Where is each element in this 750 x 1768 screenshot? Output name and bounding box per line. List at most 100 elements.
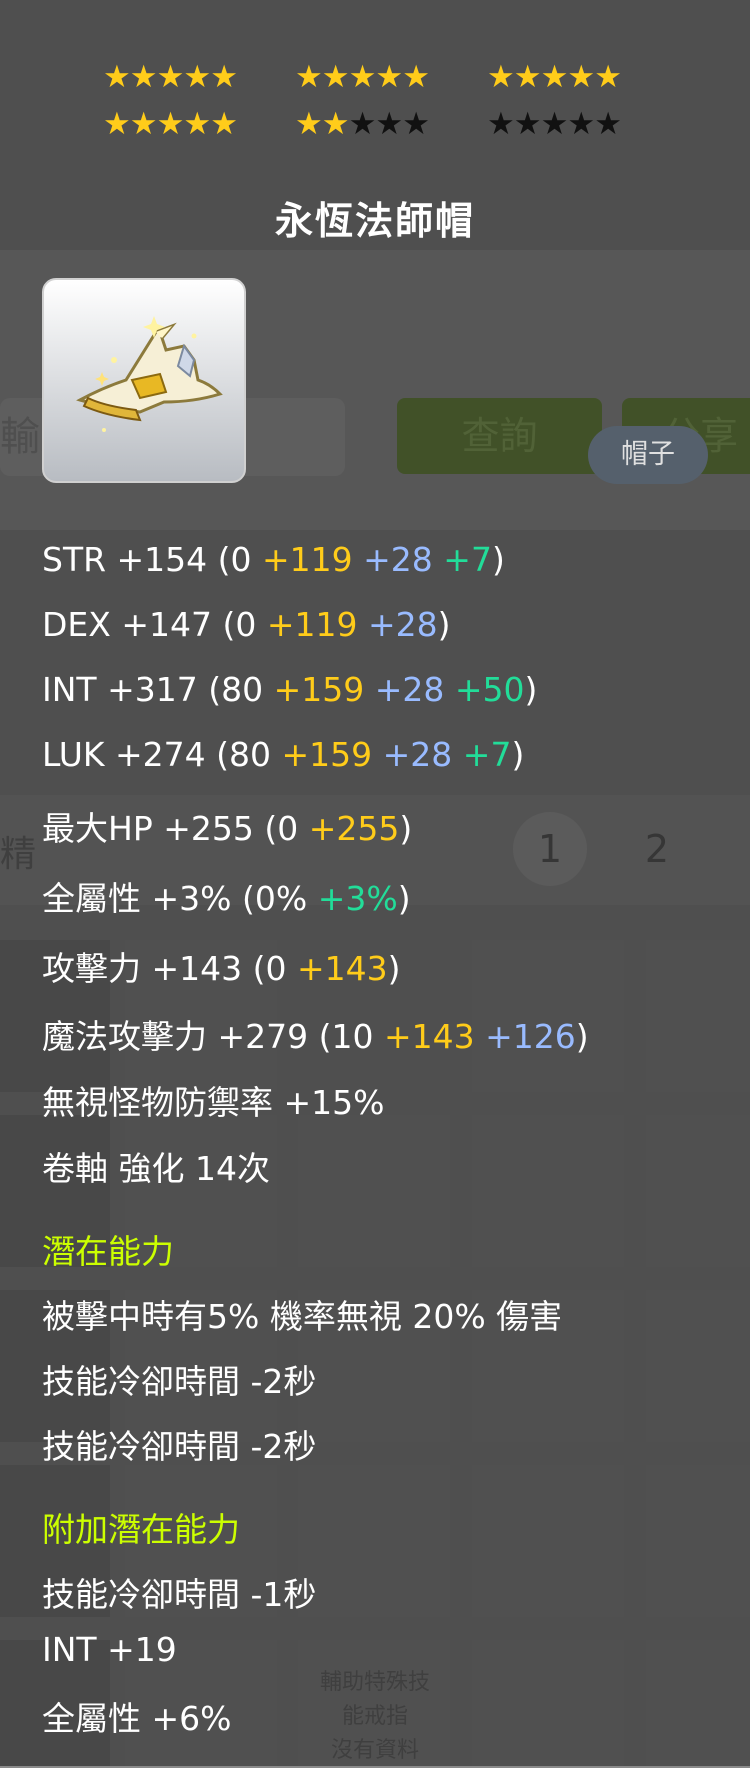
stat-breakdown-part: +159	[281, 735, 373, 774]
star-filled-icon: ★	[567, 59, 595, 95]
star-filled-icon: ★	[156, 59, 185, 95]
stat-breakdown-part: )	[437, 605, 451, 644]
stat-breakdown-part: (80	[205, 735, 282, 774]
stat-breakdown-part: +28	[372, 735, 453, 774]
star-filled-icon: ★	[321, 59, 350, 95]
star-filled-icon: ★	[210, 106, 238, 142]
star-filled-icon: ★	[103, 106, 131, 142]
stat-line-dex: DEX +147 (0 +119 +28)	[42, 605, 451, 644]
stat-breakdown-part: (80	[197, 670, 274, 709]
stat-breakdown-part: +119	[266, 605, 358, 644]
star-group: ★★★★★	[487, 106, 622, 142]
star-group: ★★★★★	[103, 106, 238, 142]
stat-label: STR +154	[42, 540, 208, 579]
star-empty-icon: ★	[375, 106, 403, 142]
stat-line-scroll-upgrade: 卷軸 強化 14次	[42, 1142, 270, 1190]
star-empty-icon: ★	[513, 106, 542, 142]
star-filled-icon: ★	[375, 59, 403, 95]
star-empty-icon: ★	[348, 106, 377, 142]
stat-breakdown-part: +7	[452, 735, 512, 774]
star-group: ★★★★★	[487, 59, 622, 95]
star-filled-icon: ★	[540, 59, 569, 95]
stat-breakdown-part: +126	[474, 1017, 576, 1056]
star-filled-icon: ★	[129, 106, 158, 142]
stat-breakdown-part: +28	[364, 670, 445, 709]
mage-hat-svg	[76, 316, 223, 432]
stat-breakdown-part: +159	[273, 670, 365, 709]
star-filled-icon: ★	[487, 59, 515, 95]
stat-breakdown-part: +50	[444, 670, 525, 709]
stat-breakdown-part: (10	[308, 1017, 384, 1056]
star-filled-icon: ★	[594, 59, 622, 95]
stat-label: 魔法攻擊力 +279	[42, 1017, 309, 1056]
stat-label: DEX +147	[42, 605, 212, 644]
stat-line-str: STR +154 (0 +119 +28 +7)	[42, 540, 505, 579]
star-filled-icon: ★	[210, 59, 238, 95]
potential-line: 技能冷卻時間 -2秒	[42, 1362, 317, 1401]
additional-potential-title: 附加潛在能力	[42, 1510, 240, 1549]
stat-breakdown-part: +119	[262, 540, 353, 579]
stat-breakdown-part: (0	[242, 949, 297, 988]
stat-label: INT +317	[42, 670, 198, 709]
additional-potential-line: 技能冷卻時間 -1秒	[42, 1575, 317, 1614]
stat-breakdown-part: )	[575, 1017, 589, 1056]
star-filled-icon: ★	[183, 106, 211, 142]
additional-potential-line: 全屬性 +6%	[42, 1699, 232, 1738]
stat-breakdown-part: (0	[253, 809, 309, 848]
star-filled-icon: ★	[183, 59, 211, 95]
star-filled-icon: ★	[513, 59, 542, 95]
star-empty-icon: ★	[594, 106, 622, 142]
stat-breakdown-part: +28	[357, 605, 438, 644]
star-empty-icon: ★	[540, 106, 569, 142]
stat-breakdown-part: +255	[308, 809, 400, 848]
stat-breakdown-part: +7	[432, 540, 492, 579]
item-name: 永恆法師帽	[274, 199, 475, 243]
stat-breakdown-part: +143	[384, 1017, 475, 1056]
potential-line: 技能冷卻時間 -2秒	[42, 1427, 317, 1466]
stat-breakdown-part: )	[491, 540, 505, 579]
stat-label: 攻擊力 +143	[42, 949, 243, 988]
star-empty-icon: ★	[402, 106, 430, 142]
star-group: ★★★★★	[295, 59, 430, 95]
star-group: ★★★★★	[295, 106, 430, 142]
category-badge: 帽子	[588, 426, 708, 484]
star-filled-icon: ★	[321, 106, 350, 142]
star-filled-icon: ★	[156, 106, 185, 142]
star-filled-icon: ★	[295, 106, 323, 142]
stat-line-int: INT +317 (80 +159 +28 +50)	[42, 670, 537, 709]
star-group: ★★★★★	[103, 59, 238, 95]
stat-label: 最大HP +255	[42, 809, 254, 848]
star-filled-icon: ★	[103, 59, 131, 95]
stat-label: LUK +274	[42, 735, 206, 774]
stat-breakdown-part: (0	[212, 605, 267, 644]
stat-line-max-hp: 最大HP +255 (0 +255)	[42, 802, 412, 850]
potential-line: 被擊中時有5% 機率無視 20% 傷害	[42, 1297, 563, 1336]
star-filled-icon: ★	[348, 59, 377, 95]
stat-label: 無視怪物防禦率 +15%	[42, 1083, 385, 1122]
star-empty-icon: ★	[487, 106, 515, 142]
stat-breakdown-part: )	[387, 949, 401, 988]
stat-breakdown-part: +143	[297, 949, 388, 988]
potential-title: 潛在能力	[42, 1232, 174, 1271]
stat-line-magic-attack: 魔法攻擊力 +279 (10 +143 +126)	[42, 1010, 589, 1058]
star-empty-icon: ★	[567, 106, 595, 142]
stat-breakdown-part: )	[399, 809, 413, 848]
star-filled-icon: ★	[402, 59, 430, 95]
stat-line-all-stat: 全屬性 +3% (0% +3%)	[42, 872, 411, 920]
star-filled-icon: ★	[129, 59, 158, 95]
stat-breakdown-part: (0	[207, 540, 263, 579]
stat-line-ignore-defense: 無視怪物防禦率 +15%	[42, 1076, 385, 1124]
stat-breakdown-part: )	[511, 735, 525, 774]
stat-breakdown-part: +28	[352, 540, 433, 579]
star-filled-icon: ★	[295, 59, 323, 95]
stat-breakdown-part: (0%	[231, 879, 318, 918]
stat-breakdown-part: )	[524, 670, 538, 709]
mage-hat-icon	[42, 278, 246, 483]
stat-label: 卷軸 強化 14次	[42, 1149, 270, 1188]
stat-line-attack: 攻擊力 +143 (0 +143)	[42, 942, 401, 990]
stat-line-luk: LUK +274 (80 +159 +28 +7)	[42, 735, 524, 774]
additional-potential-line: INT +19	[42, 1630, 177, 1669]
stat-breakdown-part: +3%	[317, 879, 398, 918]
stat-breakdown-part: )	[397, 879, 411, 918]
stat-label: 全屬性 +3%	[42, 879, 232, 918]
